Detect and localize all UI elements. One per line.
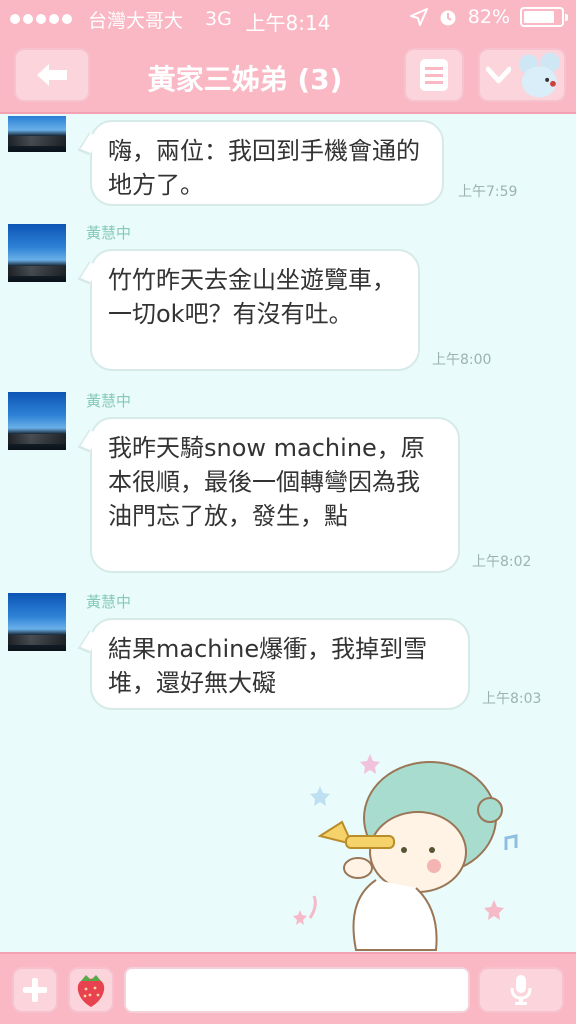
message-bubble[interactable]: 我昨天騎snow machine，原本很順，最後一個轉彎因為我油門忘了放，發生，…: [90, 417, 460, 573]
chevron-down-icon: [486, 66, 512, 84]
chat-header: 黃家三姊弟 (3): [0, 38, 576, 114]
battery-fill: [524, 11, 554, 23]
message-bubble[interactable]: 結果machine爆衝，我掉到雪堆，還好無大礙: [90, 618, 470, 710]
back-arrow-icon: [37, 64, 67, 86]
status-right: 82%: [409, 6, 568, 28]
status-bar: 台灣大哥大 3G 上午8:14 82%: [0, 0, 576, 38]
battery-icon: [520, 7, 568, 27]
message-time: 上午8:03: [482, 691, 542, 707]
location-arrow-icon: [409, 8, 428, 26]
star-icon: [484, 900, 504, 920]
sticker-button[interactable]: [68, 967, 114, 1013]
message-time: 上午8:02: [472, 554, 532, 570]
star-icon: [293, 910, 307, 925]
list-menu-icon: [420, 59, 448, 91]
menu-button[interactable]: [404, 48, 464, 102]
sender-avatar[interactable]: [8, 593, 66, 651]
voice-message-button[interactable]: [478, 967, 564, 1013]
back-button[interactable]: [14, 48, 90, 102]
battery-percent: 82%: [467, 6, 510, 28]
music-note-icon: [308, 895, 317, 919]
mouse-character-icon: [519, 52, 561, 98]
music-note-icon: [504, 834, 518, 850]
message-bubble[interactable]: 竹竹昨天去金山坐遊覽車，一切ok吧？有沒有吐。: [90, 249, 420, 371]
star-icon: [360, 754, 380, 774]
kiki-trumpet-character-image: [293, 754, 518, 951]
sender-avatar[interactable]: [8, 116, 66, 152]
chat-title: 黃家三姊弟 (3): [147, 63, 343, 96]
star-icon: [310, 786, 330, 806]
microphone-icon: [510, 975, 532, 1005]
sender-name: 黃慧中: [86, 224, 132, 242]
sender-name: 黃慧中: [86, 392, 132, 410]
options-dropdown-button[interactable]: [478, 48, 566, 102]
sender-name: 黃慧中: [86, 593, 132, 611]
message-text-input[interactable]: [124, 967, 470, 1013]
alarm-clock-icon: [440, 10, 456, 26]
message-time: 上午7:59: [458, 184, 518, 200]
strawberry-icon: [77, 975, 105, 1007]
message-time: 上午8:00: [432, 352, 492, 368]
sender-avatar[interactable]: [8, 224, 66, 282]
add-attachment-button[interactable]: [12, 967, 58, 1013]
sender-avatar[interactable]: [8, 392, 66, 450]
message-bubble[interactable]: 嗨，兩位：我回到手機會通的地方了。: [90, 120, 444, 206]
message-input-bar: [0, 952, 576, 1024]
plus-icon: [23, 978, 47, 1002]
